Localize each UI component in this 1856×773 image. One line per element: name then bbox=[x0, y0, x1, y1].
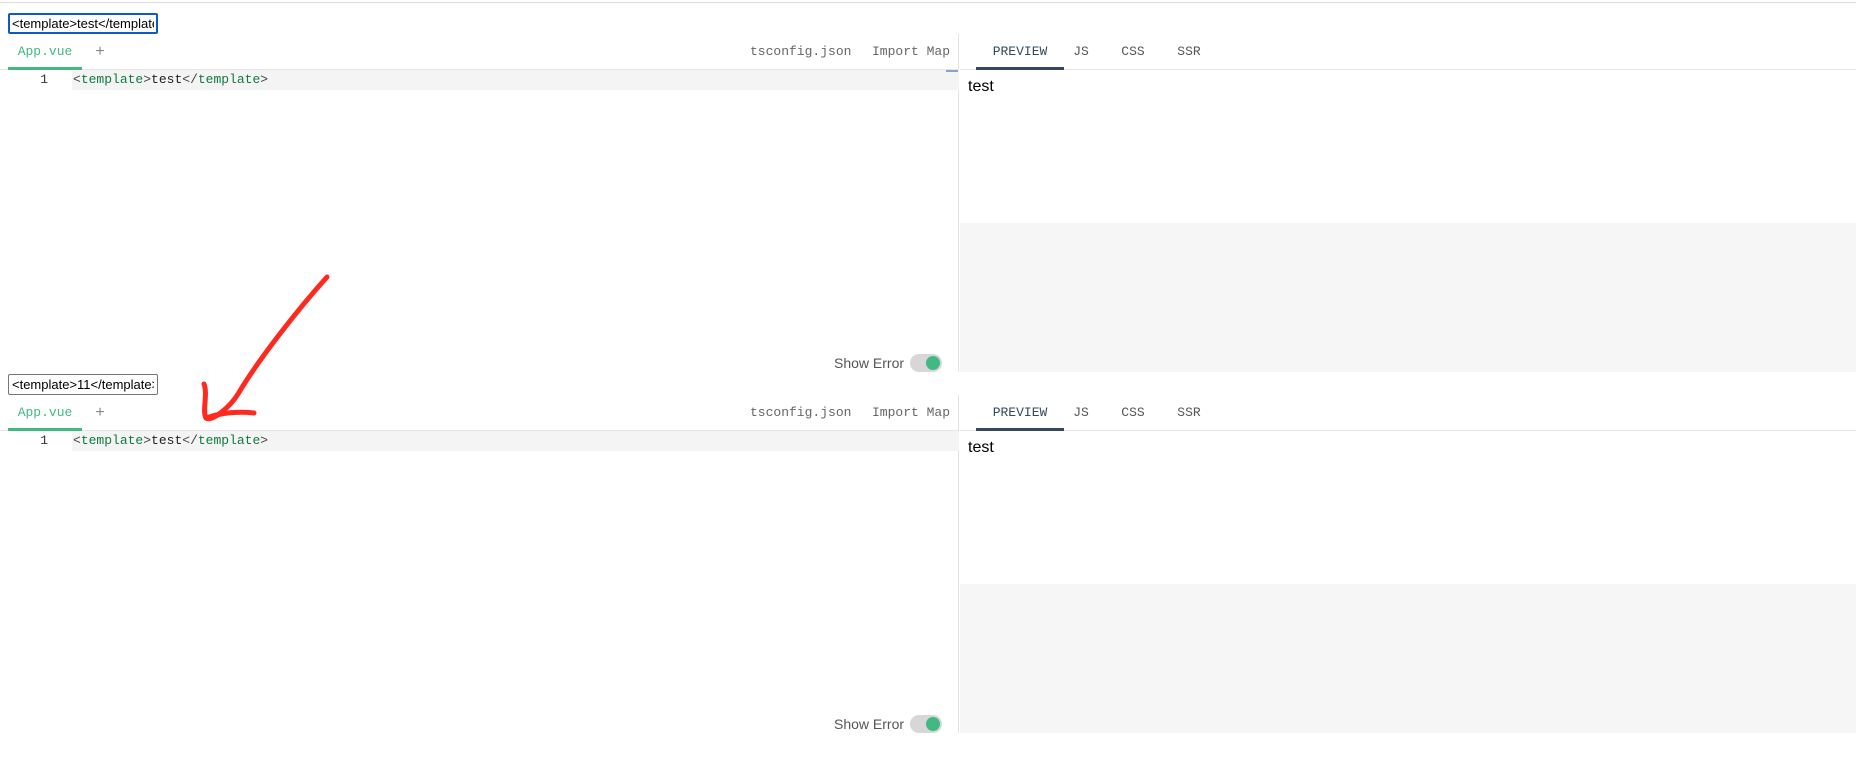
editor-pane: App.vue + tsconfig.json Import Map 1 <te… bbox=[0, 395, 959, 733]
line-number: 1 bbox=[40, 433, 48, 448]
code-token-tag: template bbox=[80, 433, 144, 448]
tab-js[interactable]: JS bbox=[1064, 34, 1098, 70]
tsconfig-button[interactable]: tsconfig.json bbox=[750, 395, 851, 431]
toggle-switch[interactable] bbox=[910, 354, 943, 372]
show-error-toggle[interactable]: Show Error bbox=[834, 713, 943, 735]
scrollbar-marker bbox=[946, 70, 958, 72]
code-line-content[interactable]: <template>test</template> bbox=[72, 70, 959, 90]
repl-instance-1: App.vue + tsconfig.json Import Map 1 <te… bbox=[0, 10, 1856, 372]
toggle-knob bbox=[926, 717, 941, 731]
tsconfig-button[interactable]: tsconfig.json bbox=[750, 34, 851, 70]
tab-ssr[interactable]: SSR bbox=[1166, 34, 1212, 70]
code-token-text: test bbox=[151, 72, 183, 87]
preview-frame: test bbox=[960, 70, 1856, 223]
add-file-button[interactable]: + bbox=[92, 34, 108, 70]
tab-js[interactable]: JS bbox=[1064, 395, 1098, 431]
tab-preview[interactable]: PREVIEW bbox=[976, 34, 1064, 70]
code-token-text: test bbox=[151, 433, 183, 448]
repl-instance-2: App.vue + tsconfig.json Import Map 1 <te… bbox=[0, 371, 1856, 733]
file-tabs: App.vue + tsconfig.json Import Map bbox=[0, 34, 958, 70]
preview-output-text: test bbox=[968, 78, 994, 95]
import-map-button[interactable]: Import Map bbox=[872, 395, 950, 431]
show-error-label: Show Error bbox=[834, 355, 905, 371]
code-token: > bbox=[143, 433, 152, 448]
code-editor[interactable]: 1 <template>test</template> Show Error bbox=[0, 431, 959, 735]
code-editor[interactable]: 1 <template>test</template> Show Error bbox=[0, 70, 959, 372]
output-pane: PREVIEW JS CSS SSR test bbox=[960, 34, 1856, 372]
code-line: 1 <template>test</template> bbox=[0, 431, 959, 451]
code-token: > bbox=[143, 72, 152, 87]
code-token-tag: template bbox=[197, 72, 261, 87]
top-divider bbox=[0, 2, 1856, 3]
add-file-button[interactable]: + bbox=[92, 395, 108, 431]
tab-preview[interactable]: PREVIEW bbox=[976, 395, 1064, 431]
source-input[interactable] bbox=[8, 13, 158, 34]
output-tabs: PREVIEW JS CSS SSR bbox=[960, 34, 1856, 70]
output-pane: PREVIEW JS CSS SSR test bbox=[960, 395, 1856, 733]
tab-css[interactable]: CSS bbox=[1110, 34, 1156, 70]
source-input[interactable] bbox=[8, 374, 158, 395]
import-map-button[interactable]: Import Map bbox=[872, 34, 950, 70]
code-token: > bbox=[260, 433, 269, 448]
code-token: > bbox=[260, 72, 269, 87]
preview-frame: test bbox=[960, 431, 1856, 584]
tab-ssr[interactable]: SSR bbox=[1166, 395, 1212, 431]
code-line: 1 <template>test</template> bbox=[0, 70, 959, 90]
toggle-knob bbox=[926, 356, 941, 370]
preview-empty-area bbox=[960, 223, 1856, 372]
preview-output-text: test bbox=[968, 439, 994, 456]
code-token: </ bbox=[182, 433, 198, 448]
tab-css[interactable]: CSS bbox=[1110, 395, 1156, 431]
code-line-content[interactable]: <template>test</template> bbox=[72, 431, 959, 451]
code-token-tag: template bbox=[80, 72, 144, 87]
file-tabs: App.vue + tsconfig.json Import Map bbox=[0, 395, 958, 431]
toggle-switch[interactable] bbox=[910, 715, 943, 733]
show-error-label: Show Error bbox=[834, 716, 905, 732]
code-token: </ bbox=[182, 72, 198, 87]
file-tab-app-vue[interactable]: App.vue bbox=[8, 34, 82, 70]
file-tab-app-vue[interactable]: App.vue bbox=[8, 395, 82, 431]
code-token-tag: template bbox=[197, 433, 261, 448]
code-token: < bbox=[73, 72, 81, 87]
editor-pane: App.vue + tsconfig.json Import Map 1 <te… bbox=[0, 34, 959, 372]
line-number: 1 bbox=[40, 72, 48, 87]
preview-empty-area bbox=[960, 584, 1856, 733]
output-tabs: PREVIEW JS CSS SSR bbox=[960, 395, 1856, 431]
code-token: < bbox=[73, 433, 81, 448]
